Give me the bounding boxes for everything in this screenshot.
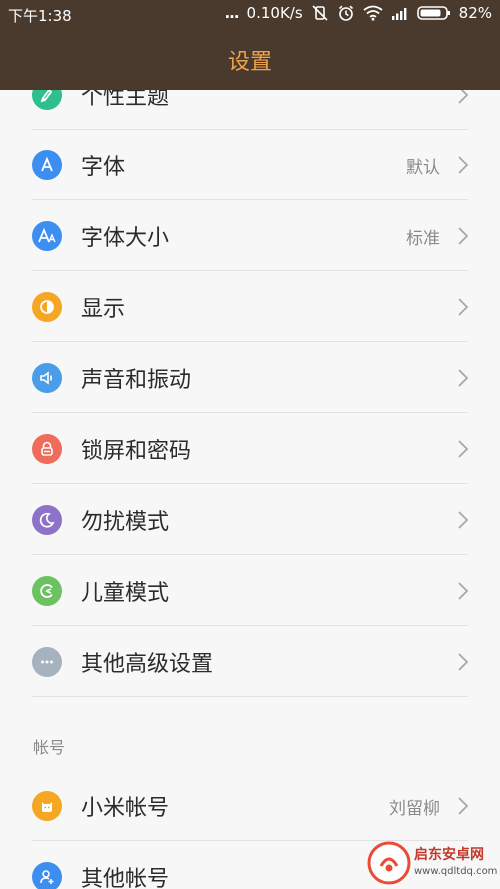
settings-item-sound[interactable]: 声音和振动 <box>0 343 500 413</box>
display-icon <box>32 292 62 322</box>
status-icons: ... 0.10K/s 82% <box>224 4 492 22</box>
lock-icon <box>32 434 62 464</box>
settings-item-label: 显示 <box>81 297 126 322</box>
section-title-account: 帐号 <box>33 738 66 757</box>
wifi-icon <box>363 5 383 21</box>
alarm-icon <box>338 5 353 21</box>
settings-item-font[interactable]: 字体 默认 <box>0 130 500 200</box>
divider <box>32 199 468 200</box>
settings-item-label: 声音和振动 <box>81 368 192 393</box>
settings-item-lockscreen[interactable]: 锁屏和密码 <box>0 414 500 484</box>
child-mode-icon <box>32 576 62 606</box>
chevron-right-icon <box>458 369 469 387</box>
settings-item-label: 字体大小 <box>81 226 170 251</box>
theme-icon <box>32 90 62 110</box>
page-title: 设置 <box>227 50 272 75</box>
divider <box>32 483 468 484</box>
settings-item-advanced[interactable]: 其他高级设置 <box>0 627 500 697</box>
settings-item-label: 小米帐号 <box>81 796 170 821</box>
chevron-right-icon <box>458 582 469 600</box>
status-dots: ... <box>224 4 239 22</box>
add-account-icon <box>32 862 62 889</box>
settings-item-child-mode[interactable]: 儿童模式 <box>0 556 500 626</box>
chevron-right-icon <box>458 797 469 815</box>
divider <box>32 696 468 697</box>
settings-item-label: 个性主题 <box>81 90 170 110</box>
font-icon <box>32 150 62 180</box>
watermark: 启东安卓网 www.qdltdq.com <box>366 840 498 888</box>
mi-account-icon <box>32 791 62 821</box>
battery-percent: 82% <box>458 4 492 22</box>
status-bar: 下午1:38 ... 0.10K/s 82% <box>0 0 500 30</box>
vibrate-off-icon <box>312 5 328 21</box>
settings-item-value: 刘留柳 <box>389 798 440 819</box>
settings-item-label: 其他帐号 <box>81 867 170 889</box>
status-time: 下午1:38 <box>8 7 72 25</box>
chevron-right-icon <box>458 511 469 529</box>
battery-icon <box>416 6 450 20</box>
chevron-right-icon <box>458 156 469 174</box>
watermark-logo-icon <box>367 841 411 885</box>
signal-icon <box>391 8 407 20</box>
divider <box>32 270 468 271</box>
settings-item-font-size[interactable]: 字体大小 标准 <box>0 201 500 271</box>
more-icon <box>32 647 62 677</box>
chevron-right-icon <box>458 653 469 671</box>
settings-item-label: 其他高级设置 <box>81 652 214 677</box>
page-title-bar: 设置 <box>0 30 500 90</box>
chevron-right-icon <box>458 440 469 458</box>
settings-item-label: 儿童模式 <box>81 581 170 606</box>
settings-item-display[interactable]: 显示 <box>0 272 500 342</box>
settings-list: 个性主题 字体 默认 字体大小 标准 显示 声音和振动 锁屏和密码 勿扰模式 儿… <box>0 90 500 889</box>
settings-item-dnd[interactable]: 勿扰模式 <box>0 485 500 555</box>
settings-item-label: 勿扰模式 <box>81 510 170 535</box>
divider <box>32 341 468 342</box>
divider <box>32 554 468 555</box>
moon-icon <box>32 505 62 535</box>
speaker-icon <box>32 363 62 393</box>
settings-item-value: 默认 <box>406 157 440 178</box>
settings-item-theme[interactable]: 个性主题 <box>0 90 500 130</box>
font-size-icon <box>32 221 62 251</box>
settings-item-mi-account[interactable]: 小米帐号 刘留柳 <box>0 771 500 841</box>
network-speed: 0.10K/s <box>246 4 303 22</box>
settings-item-value: 标准 <box>406 228 440 249</box>
divider <box>32 625 468 626</box>
watermark-url: www.qdltdq.com <box>414 866 498 877</box>
chevron-right-icon <box>458 227 469 245</box>
settings-item-label: 字体 <box>81 155 126 180</box>
divider <box>32 412 468 413</box>
chevron-right-icon <box>458 90 469 104</box>
settings-item-label: 锁屏和密码 <box>81 439 192 464</box>
chevron-right-icon <box>458 298 469 316</box>
watermark-name: 启东安卓网 <box>414 847 484 863</box>
